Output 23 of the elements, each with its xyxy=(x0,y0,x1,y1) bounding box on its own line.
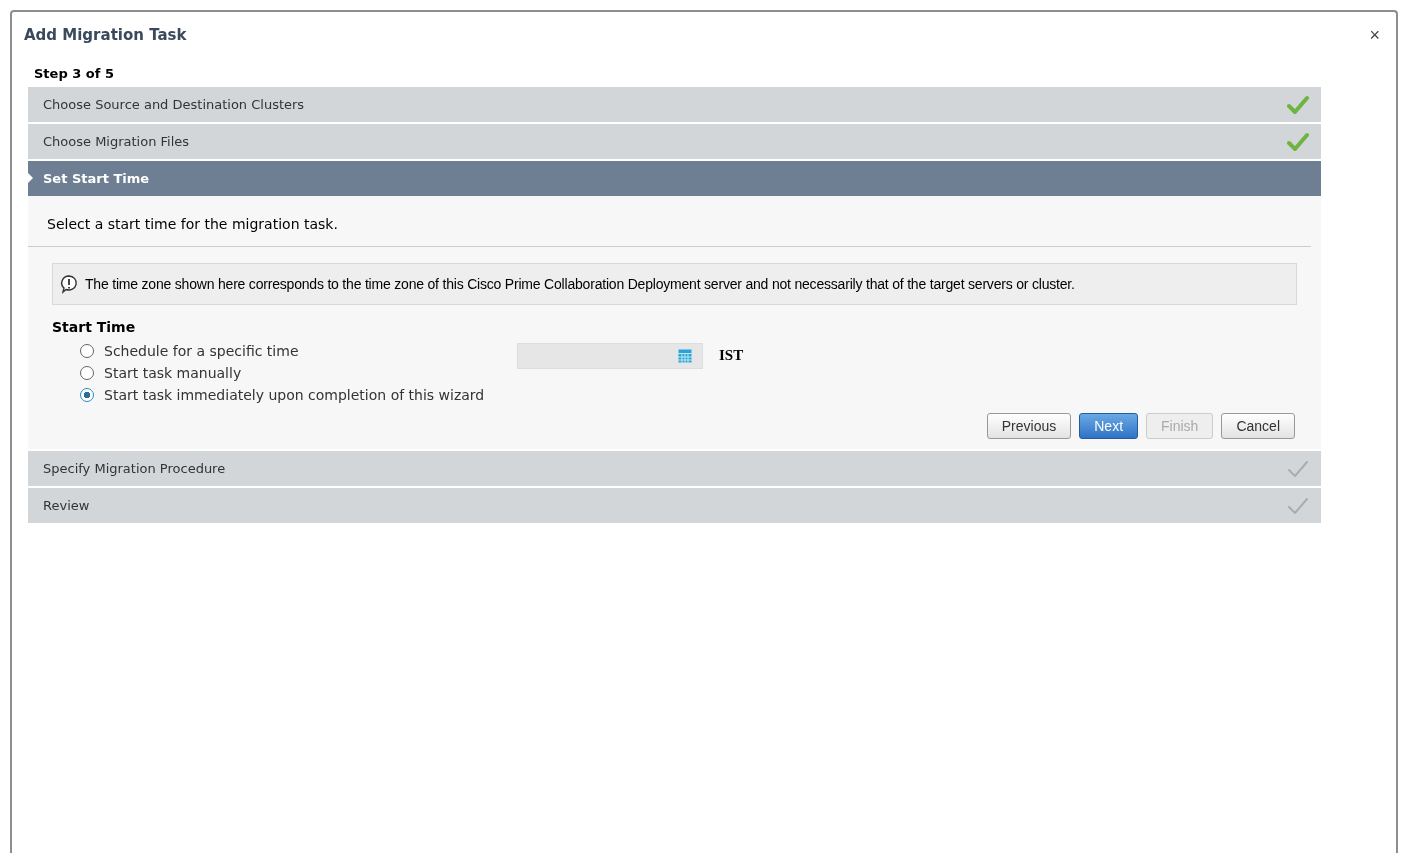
dialog-title: Add Migration Task xyxy=(24,26,187,44)
radio-button[interactable] xyxy=(80,388,94,402)
info-icon xyxy=(59,274,79,294)
timezone-label: IST xyxy=(719,346,744,364)
step-indicator: Step 3 of 5 xyxy=(33,66,115,83)
wizard-step[interactable]: Set Start Time xyxy=(28,161,1321,196)
section-title: Start Time xyxy=(52,319,137,335)
info-text: The time zone shown here corresponds to the time zone of this Cisco Prime Collaboration Deployment server and not necessarily that of the target servers or cluster. xyxy=(85,276,1075,292)
instruction-text: Select a start time for the migration task. xyxy=(28,196,1311,247)
radio-option[interactable]: Schedule for a specific time xyxy=(80,343,490,359)
wizard-button[interactable]: Previous xyxy=(986,413,1072,439)
calendar-icon xyxy=(678,349,692,363)
radio-button[interactable] xyxy=(80,366,94,380)
radio-option[interactable]: Start task immediately upon completion of this wizard xyxy=(80,387,490,403)
wizard-step[interactable]: Choose Source and Destination Clusters xyxy=(28,87,1321,122)
radio-option[interactable]: Start task manually xyxy=(80,365,490,381)
wizard-step[interactable]: Choose Migration Files xyxy=(28,124,1321,159)
radio-button[interactable] xyxy=(80,344,94,358)
close-button[interactable]: × xyxy=(1365,24,1384,46)
wizard-step[interactable]: Specify Migration Procedure xyxy=(28,451,1321,486)
wizard-step[interactable]: Review xyxy=(28,488,1321,523)
wizard-button[interactable]: Cancel xyxy=(1221,413,1295,439)
pointer-icon xyxy=(28,173,33,183)
